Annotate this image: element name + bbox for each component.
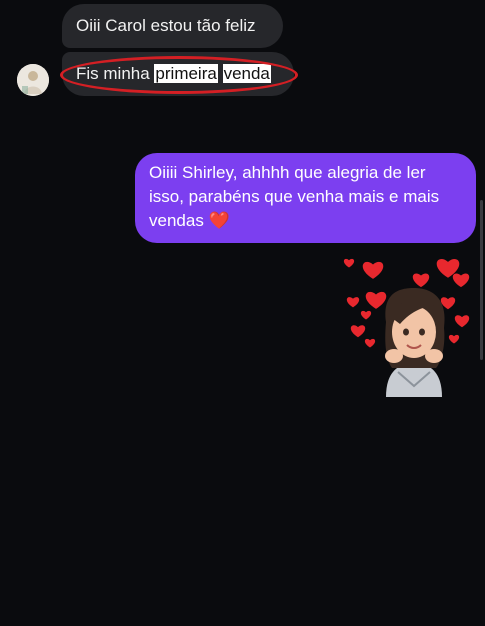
received-message-1[interactable]: Oiii Carol estou tão feliz	[62, 4, 283, 48]
red-annotation-circle	[60, 56, 298, 94]
avatar-photo-icon	[17, 64, 49, 96]
heart-memoji-sticker[interactable]	[336, 252, 476, 402]
memoji-hearts-icon	[343, 258, 470, 397]
scrollbar[interactable]	[480, 200, 483, 360]
sent-message-1-text: Oiiii Shirley, ahhhh que alegria de ler …	[149, 163, 440, 230]
contact-avatar[interactable]	[17, 64, 49, 96]
received-message-1-text: Oiii Carol estou tão feliz	[76, 16, 256, 35]
sent-message-1[interactable]: Oiiii Shirley, ahhhh que alegria de ler …	[135, 153, 476, 243]
